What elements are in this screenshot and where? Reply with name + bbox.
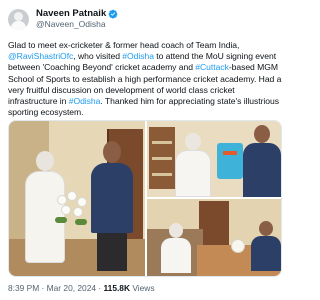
tweet-text-segment: , who visited (73, 51, 123, 62)
verified-badge-icon (108, 9, 118, 19)
mention-link[interactable]: @RaviShastriOfc (8, 51, 73, 61)
author-avatar[interactable] (8, 8, 29, 30)
tweet-photo-1[interactable] (9, 121, 145, 276)
photo-bouquet (53, 191, 93, 231)
tweet-header: Naveen Patnaik @Naveen_Odisha (8, 6, 282, 32)
photo-person-blue-shirt (91, 141, 133, 271)
photo-person-white-attire (161, 223, 191, 273)
tweet-media-grid (8, 120, 282, 277)
views-count: 115.8K (103, 283, 131, 293)
photo-flowers (231, 239, 245, 253)
photo-person-blue-shirt (251, 221, 281, 271)
meta-separator: · (39, 283, 47, 293)
tweet-photo-2[interactable] (147, 121, 281, 197)
tweet-meta: 8:39 PM · Mar 20, 2024 · 115.8K Views (8, 283, 155, 293)
tweet-time[interactable]: 8:39 PM (8, 283, 39, 293)
tweet-photo-3[interactable] (147, 199, 281, 276)
author-handle[interactable]: @Naveen_Odisha (36, 19, 118, 30)
hashtag-link[interactable]: #Odisha (122, 51, 154, 61)
photo-bookshelf (149, 127, 175, 189)
hashtag-link[interactable]: #Cuttack (195, 62, 229, 72)
photo-door (199, 201, 229, 245)
views-label: Views (130, 283, 155, 293)
author-display-name[interactable]: Naveen Patnaik (36, 8, 106, 19)
author-names: Naveen Patnaik @Naveen_Odisha (36, 8, 118, 30)
tweet-text: Glad to meet ex-cricketer & former head … (8, 40, 282, 118)
photo-jersey (217, 143, 243, 179)
hashtag-link[interactable]: #Odisha (69, 96, 101, 106)
tweet-date[interactable]: Mar 20, 2024 (47, 283, 96, 293)
name-row: Naveen Patnaik (36, 8, 118, 19)
photo-person-blue-shirt (243, 125, 281, 197)
tweet-text-segment: Glad to meet ex-cricketer & former head … (8, 40, 240, 50)
photo-person-white-attire (175, 133, 211, 197)
